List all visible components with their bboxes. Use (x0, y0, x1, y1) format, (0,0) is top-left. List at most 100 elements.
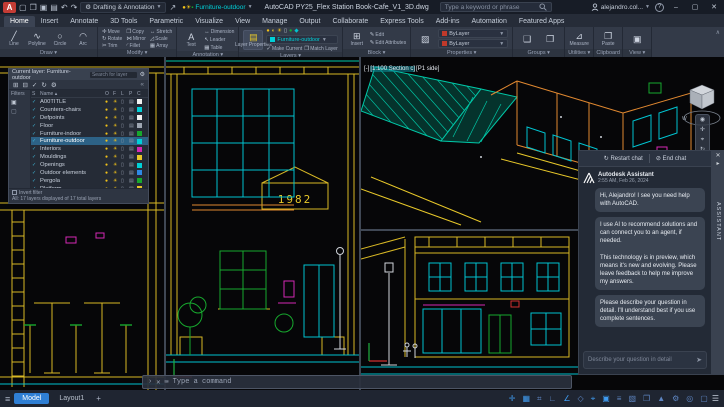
layer-plot-icon[interactable]: ▤ (129, 99, 137, 105)
modify-tool-button[interactable]: ◜ Fillet (126, 42, 146, 49)
layer-on-icon[interactable]: ● (105, 178, 113, 184)
layer-properties-button[interactable]: ▤ Layer Properties (235, 30, 272, 50)
ribbon-tab[interactable]: Automation (465, 16, 512, 27)
ribbon-tab[interactable]: Annotate (64, 16, 104, 27)
layer-row[interactable]: ✓ Outdoor elements ● ☀ ▯ ▤ (31, 169, 148, 177)
workspace-switching-icon[interactable]: ⚙ (672, 394, 679, 403)
search-input[interactable]: Type a keyword or phrase (439, 2, 552, 12)
viewport-view-label[interactable]: [1:100 Section c] (370, 66, 416, 72)
text-tool-button[interactable]: A Text (181, 32, 201, 48)
layer-on-icon[interactable]: ● (105, 131, 113, 137)
layer-settings-icon[interactable]: ⚙ (51, 81, 57, 89)
layer-row[interactable]: ✓ Interiors ● ☀ ▯ ▤ (31, 145, 148, 153)
layer-row[interactable]: ✓ Furniture-indoor ● ☀ ▯ ▤ (31, 130, 148, 138)
app-menu-button[interactable]: A (3, 1, 16, 13)
ortho-mode-icon[interactable]: ∟ (549, 394, 557, 403)
layer-on-icon[interactable]: ● (105, 138, 113, 144)
transparency-icon[interactable]: ▧ (628, 394, 636, 403)
layer-plot-icon[interactable]: ▤ (129, 138, 137, 144)
annotation-tool-button[interactable]: ↖ Leader (204, 36, 234, 43)
restart-chat-button[interactable]: ↻ Restart chat (604, 155, 643, 162)
polar-tracking-icon[interactable]: ∠ (563, 394, 570, 403)
group-label-utilities[interactable]: Utilities ▾ (565, 49, 594, 57)
layer-plot-icon[interactable]: ▤ (129, 123, 137, 129)
layer-color-swatch[interactable] (137, 178, 142, 184)
layer-plot-icon[interactable]: ▤ (129, 162, 137, 168)
layer-on-icon[interactable]: ● (105, 99, 113, 105)
layer-color-swatch[interactable] (137, 107, 142, 113)
annotation-tool-button[interactable]: ▦ Table (204, 44, 234, 51)
layer-lock-icon[interactable]: ▯ (121, 115, 129, 121)
viewport-middle-facade[interactable]: 1982 (166, 57, 359, 390)
paste-button[interactable]: ❐ Paste (598, 31, 618, 47)
layer-on-icon[interactable]: ● (105, 162, 113, 168)
ribbon-tab[interactable]: View (229, 16, 256, 27)
minimize-button[interactable]: – (669, 1, 683, 13)
layer-color-swatch[interactable] (137, 115, 142, 121)
bylayer-dropdown[interactable]: ByLayer ▼ (438, 29, 509, 38)
match-properties-button[interactable]: ▨ (415, 34, 435, 44)
layer-search-input[interactable]: Search for layer (88, 70, 138, 79)
modify-tool-button[interactable]: ◿ Scale (150, 35, 172, 42)
modify-tool-button[interactable]: ↻ Rotate (102, 35, 122, 42)
isometric-drafting-icon[interactable]: ◇ (578, 394, 584, 403)
layer-color-swatch[interactable] (137, 146, 142, 152)
layer-lock-icon[interactable]: ▯ (121, 154, 129, 160)
group-label-groups[interactable]: Groups ▾ (513, 49, 565, 57)
layer-freeze-icon[interactable]: ☀ (113, 107, 121, 113)
annotation-tool-button[interactable]: ↔ Dimension (204, 28, 234, 35)
layer-plot-icon[interactable]: ▤ (129, 146, 137, 152)
assistant-strip-title[interactable]: ASSISTANT (715, 202, 721, 241)
open-file-icon[interactable]: ❒ (30, 2, 37, 13)
layer-freeze-icon[interactable]: ☀ (277, 28, 282, 34)
set-current-layer-icon[interactable]: ✓ (32, 81, 37, 89)
draw-tool-button[interactable]: ∿ Polyline (27, 31, 47, 47)
layer-dropdown[interactable]: Furniture-outdoor ▼ (266, 35, 338, 44)
layer-freeze-icon[interactable]: ☀ (113, 154, 121, 160)
add-layout-button[interactable]: + (96, 394, 101, 403)
command-line[interactable]: › ✕ ⌨ Type a command (142, 375, 572, 389)
collapse-panel-icon[interactable]: « (140, 81, 144, 88)
lineweight-icon[interactable]: ≡ (617, 394, 622, 403)
layer-plot-icon[interactable]: ▤ (129, 154, 137, 160)
ribbon-tab[interactable]: Featured Apps (513, 16, 571, 27)
viewport-style-label[interactable]: [P1 side] (416, 66, 439, 72)
ribbon-tab[interactable]: Insert (35, 16, 65, 27)
ribbon-tab[interactable]: Visualize (189, 16, 229, 27)
layer-row[interactable]: ✓ Defpoints ● ☀ ▯ ▤ (31, 114, 148, 122)
insert-block-button[interactable]: ⊞ Insert (347, 31, 367, 47)
layer-lock-icon[interactable]: ▯ (121, 107, 129, 113)
layer-freeze-icon[interactable]: ☀ (113, 170, 121, 176)
layer-lock-icon[interactable]: ▯ (121, 170, 129, 176)
viewport-divider-vertical-1[interactable] (164, 57, 166, 390)
redo-icon[interactable]: ↷ (71, 2, 78, 13)
layer-lock-icon[interactable]: ▯ (121, 99, 129, 105)
layer-freeze-icon[interactable]: ☀ (113, 123, 121, 129)
layer-tool-button[interactable]: ✓ Make Current (266, 45, 302, 52)
viewport-label[interactable]: [-] [1:100 Section c] [P1 side] (364, 66, 439, 72)
end-chat-button[interactable]: ⊘ End chat (656, 155, 686, 162)
group-label-annotation[interactable]: Annotation ▾ (177, 51, 239, 57)
annotation-scale-icon[interactable]: ▲ (657, 394, 665, 403)
layer-color-swatch[interactable] (137, 123, 142, 129)
modify-tool-button[interactable]: ↔ Stretch (150, 28, 172, 35)
layer-row[interactable]: ✓ A00TITLE ● ☀ ▯ ▤ (31, 98, 148, 106)
layer-lock-icon[interactable]: ▯ (284, 28, 287, 34)
layer-lock-icon[interactable]: ▯ (121, 131, 129, 137)
block-tool-button[interactable]: ✎ Edit Attributes (370, 39, 406, 46)
selection-cycling-icon[interactable]: ❐ (643, 394, 650, 403)
help-icon[interactable]: ? (655, 2, 664, 12)
pan-icon[interactable]: ✛ (700, 127, 705, 134)
layout-tab[interactable]: Layout1 (51, 393, 92, 404)
draw-tool-button[interactable]: ╱ Line (4, 31, 24, 47)
layer-color-swatch[interactable] (137, 99, 142, 105)
delete-layer-icon[interactable]: ⊟ (22, 81, 27, 89)
block-tool-button[interactable]: ✎ Edit (370, 31, 406, 38)
layer-freeze-icon[interactable]: ☀ (113, 178, 121, 184)
object-snap-icon[interactable]: ▣ (602, 394, 610, 403)
object-snap-tracking-icon[interactable]: ⌖ (591, 394, 596, 404)
bylayer-dropdown[interactable]: ByLayer ▼ (438, 39, 509, 48)
group-tool-button[interactable]: ❑ (517, 34, 537, 44)
view-tools-button[interactable]: ▣ (627, 34, 647, 44)
zoom-extents-icon[interactable]: ⌖ (701, 137, 704, 144)
